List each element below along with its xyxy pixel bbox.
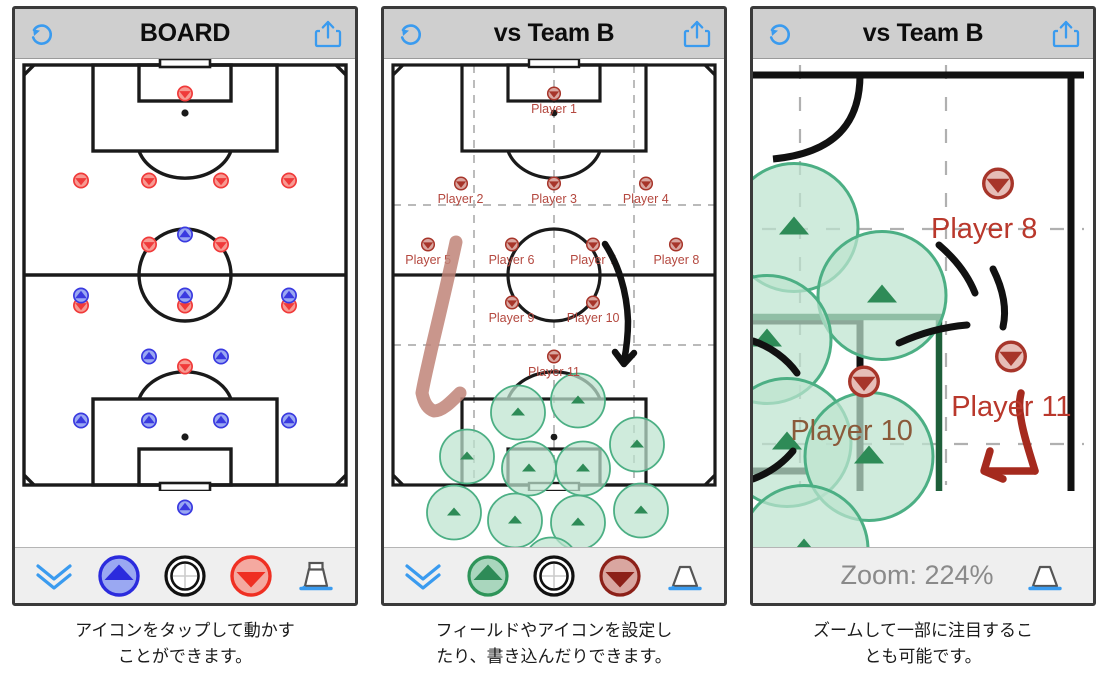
caption-line: ズームして一部に注目するこ — [813, 621, 1033, 640]
player-label: Player 7 — [570, 252, 617, 267]
tactics-board-zoomed[interactable]: Player 8 Player 11 Player 10 — [753, 59, 1093, 547]
collapse-chevrons-icon[interactable] — [30, 552, 78, 600]
player-label: Player 8 — [930, 212, 1038, 245]
screenshot-root: BOARD vs Team B Player 1 Player 2 Player… — [0, 0, 1100, 694]
navbar-zoomed: vs Team B — [753, 9, 1093, 59]
phone-panel-board: BOARD — [12, 6, 358, 606]
player-label: Player 3 — [531, 191, 577, 206]
darkred-player-icon[interactable] — [596, 552, 644, 600]
caption-zoomed: ズームして一部に注目するこ とも可能です。 — [750, 618, 1096, 671]
undo-arrow-icon[interactable] — [761, 15, 799, 53]
page-title: BOARD — [139, 19, 231, 47]
cone-icon[interactable] — [1021, 552, 1069, 600]
share-upload-icon[interactable] — [1047, 15, 1085, 53]
green-player-icon[interactable] — [464, 552, 512, 600]
green-zone-marker[interactable] — [425, 484, 483, 547]
tactics-board-annotated[interactable]: Player 1 Player 2 Player 3 Player 4 Player 5… — [384, 59, 724, 547]
caption-line: アイコンをタップして動かす — [75, 621, 295, 640]
player-label: Player 5 — [405, 252, 452, 267]
player-label: Player 4 — [622, 191, 669, 206]
ball-icon[interactable] — [161, 552, 209, 600]
undo-arrow-icon[interactable] — [392, 15, 430, 53]
red-player-icon[interactable] — [227, 552, 275, 600]
page-title: vs Team B — [493, 19, 615, 47]
green-zone-marker[interactable] — [549, 494, 607, 547]
ball-icon[interactable] — [530, 552, 578, 600]
green-zone-marker[interactable] — [486, 491, 544, 547]
phone-panel-zoomed: vs Team B Player 8 Player 11 Player 10 Z… — [750, 6, 1096, 606]
soccer-pitch-annotated — [391, 59, 717, 491]
tactics-board-full[interactable] — [15, 59, 355, 547]
player-label: Player 1 — [531, 101, 577, 116]
player-label: Player 2 — [437, 191, 484, 206]
navbar-vs-team-b: vs Team B — [384, 9, 724, 59]
cone-icon[interactable] — [661, 552, 709, 600]
blue-player-marker[interactable] — [177, 499, 194, 521]
green-zone-marker[interactable] — [522, 535, 580, 547]
toolbar-board — [15, 547, 355, 603]
soccer-pitch-full — [22, 59, 348, 491]
zoom-level-label: Zoom: 224% — [840, 560, 994, 590]
caption-board: アイコンをタップして動かす ことができます。 — [12, 618, 358, 671]
page-title: vs Team B — [862, 19, 984, 47]
player-label: Player 11 — [951, 390, 1072, 423]
player-label: Player 8 — [653, 252, 700, 267]
green-zone-marker[interactable] — [753, 482, 871, 547]
caption-line: ことができます。 — [117, 647, 253, 667]
caption-line: とも可能です。 — [864, 647, 982, 667]
player-label: Player 10 — [790, 415, 913, 448]
cone-icon[interactable] — [292, 552, 340, 600]
player-label: Player 10 — [566, 311, 620, 326]
player-label: Player 6 — [488, 252, 535, 267]
green-pitch-overlay-lines — [753, 313, 943, 491]
collapse-chevrons-icon[interactable] — [399, 552, 447, 600]
navbar-board: BOARD — [15, 9, 355, 59]
player-label: Player 9 — [488, 311, 535, 326]
share-upload-icon[interactable] — [678, 15, 716, 53]
blue-player-icon[interactable] — [95, 552, 143, 600]
phone-panel-vs-team-b: vs Team B Player 1 Player 2 Player 3 Pla… — [381, 6, 727, 606]
undo-arrow-icon[interactable] — [23, 15, 61, 53]
toolbar-vs-team-b — [384, 547, 724, 603]
caption-vs-team-b: フィールドやアイコンを設定し たり、書き込んだりできます。 — [381, 618, 727, 671]
caption-line: たり、書き込んだりできます。 — [436, 647, 672, 667]
player-label: Player 11 — [528, 365, 580, 380]
share-upload-icon[interactable] — [309, 15, 347, 53]
caption-line: フィールドやアイコンを設定し — [435, 621, 673, 640]
toolbar-zoomed: Zoom: 224% — [753, 547, 1093, 603]
